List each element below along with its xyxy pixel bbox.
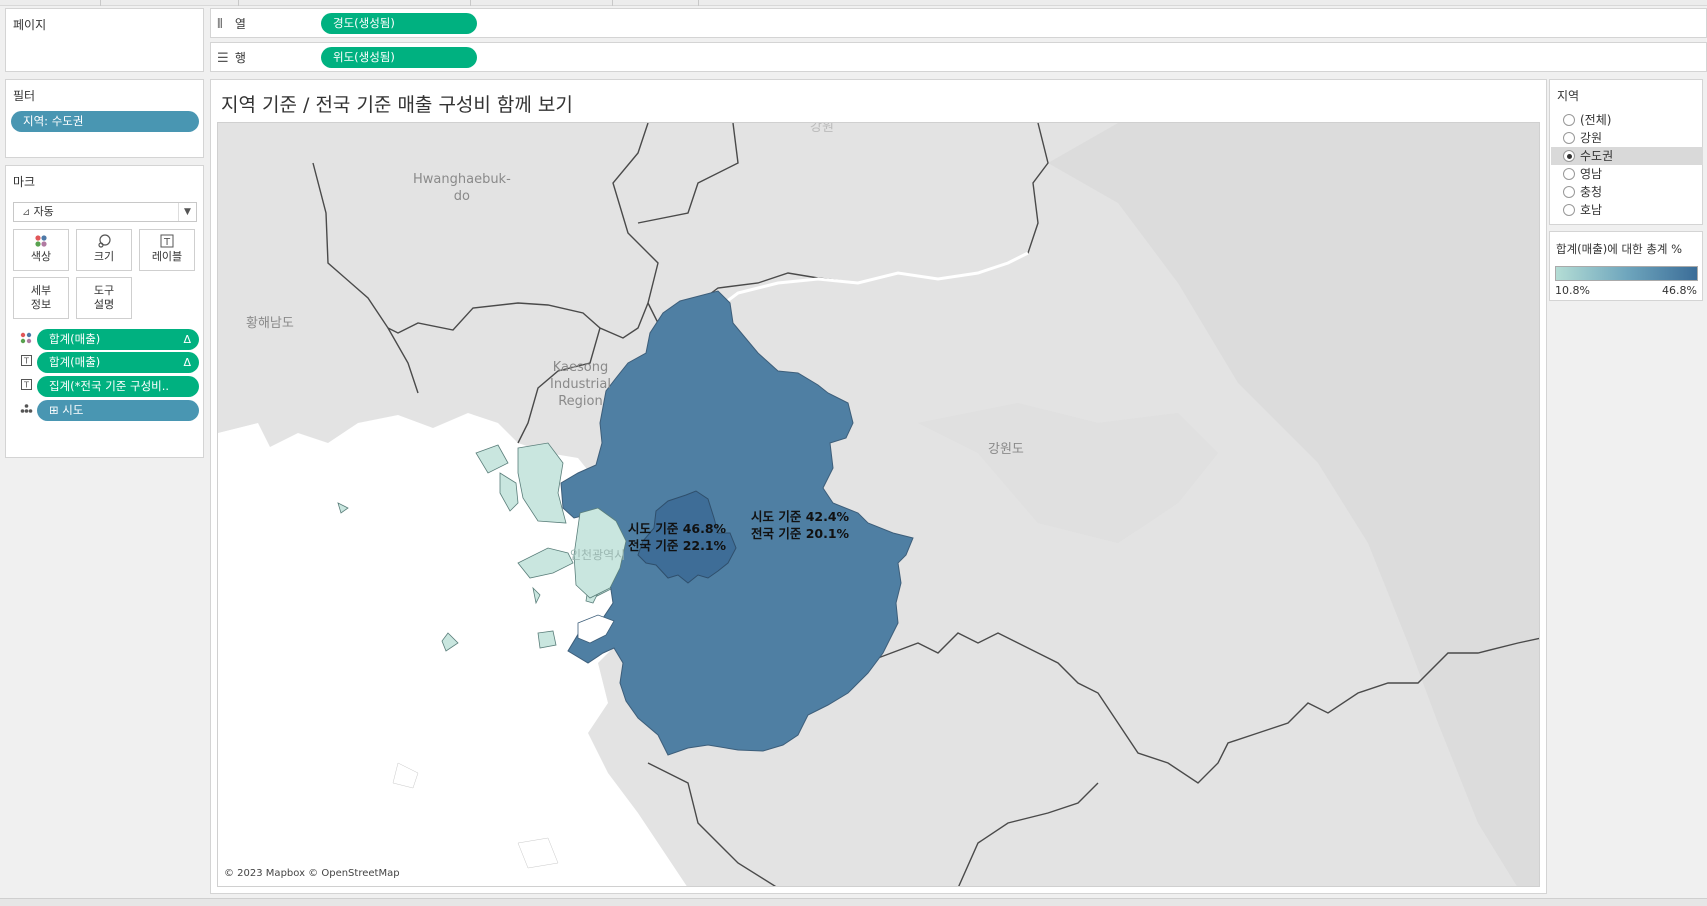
color-button-label: 색상 [30,250,52,263]
region-filter-title: 지역 [1557,89,1580,103]
worksheet-title: 지역 기준 / 전국 기준 매출 구성비 함께 보기 [221,94,573,116]
map-area[interactable]: Hwanghaebuk- do 황해남도 Kaesong Industrial … [217,122,1540,887]
size-button-label: 크기 [93,250,115,263]
columns-shelf[interactable]: ⦀ 열 경도(생성됨) [210,8,1707,38]
field-pill-sales-label[interactable]: 합계(매출) Δ [37,352,199,373]
map-label-incheon: 인천광역시 [570,548,626,562]
radio-circle[interactable] [1563,168,1575,180]
annotation-gyeonggi: 시도 기준 42.4% 전국 기준 20.1% [751,509,850,541]
text-label-icon: T [18,379,34,393]
annotation-seoul: 시도 기준 46.8% 전국 기준 22.1% [628,521,727,553]
color-legend-card: 합계(매출)에 대한 총계 % 10.8% 46.8% [1549,231,1703,301]
radio-option-sudogwon[interactable]: 수도권 [1551,147,1703,165]
worksheet-view: 지역 기준 / 전국 기준 매출 구성비 함께 보기 Hwanghaebuk- … [210,79,1547,894]
detail-button[interactable]: 세부 정보 [13,277,69,319]
field-pill-national-share[interactable]: 집계(*전국 기준 구성비.. [37,376,199,397]
color-dots-icon [18,332,34,347]
svg-text:T: T [23,381,29,390]
text-label-icon: T [18,355,34,369]
filters-panel[interactable]: 필터 지역: 수도권 [5,79,204,158]
field-pill-sales-color[interactable]: 합계(매출) Δ [37,329,199,350]
map-label-top: 강원 [810,122,834,135]
label-button[interactable]: T 레이블 [139,229,195,271]
map-label-gangwon: 강원도 [988,442,1024,457]
marks-panel[interactable]: 마크 ⊿ 자동 ▼ 색상 크기 T 레이블 세부 정보 도구 설명 합계(매출)… [5,165,204,458]
radio-option-gangwon[interactable]: 강원 [1551,129,1703,147]
mark-type-dropdown[interactable]: ⊿ 자동 ▼ [13,202,197,222]
map-attribution[interactable]: © 2023 Mapbox © OpenStreetMap [224,868,400,879]
latitude-pill[interactable]: 위도(생성됨) [321,47,477,68]
table-calc-delta-icon: Δ [183,333,191,346]
radio-option-yeongnam[interactable]: 영남 [1551,165,1703,183]
detail-icon [18,403,34,417]
tooltip-button[interactable]: 도구 설명 [76,277,132,319]
radio-option-chungcheong[interactable]: 충청 [1551,183,1703,201]
svg-text:T: T [163,237,171,248]
radio-circle[interactable] [1563,132,1575,144]
legend-min-label: 10.8% [1555,284,1590,297]
mark-type-value: 자동 [33,205,54,218]
rows-shelf[interactable]: ☰ 행 위도(생성됨) [210,42,1707,72]
filter-pill-region[interactable]: 지역: 수도권 [11,111,199,132]
map-label-kaesong: Kaesong Industrial Region [550,360,611,409]
size-button[interactable]: 크기 [76,229,132,271]
color-dots-icon [14,234,68,250]
legend-gradient-bar [1555,266,1698,281]
map-label-hwanghaenam: 황해남도 [246,316,294,331]
svg-text:T: T [23,357,29,366]
map-label-hwanghaebuk: Hwanghaebuk- do [413,172,511,204]
sheet-tab-bar[interactable] [0,898,1707,906]
mark-type-icon: ⊿ [22,207,34,218]
columns-shelf-label: ⦀ 열 [217,17,246,32]
region-filter-card: 지역 (전체) 강원 수도권 영남 충청 호남 [1549,79,1703,225]
top-tab-strip [0,0,1707,6]
chevron-down-icon[interactable]: ▼ [178,203,196,221]
radio-option-honam[interactable]: 호남 [1551,201,1703,219]
radio-circle[interactable] [1563,114,1575,126]
label-icon: T [140,234,194,250]
filters-title: 필터 [13,89,36,103]
columns-icon: ⦀ [217,17,223,32]
radio-circle[interactable] [1563,204,1575,216]
legend-title: 합계(매출)에 대한 총계 % [1556,242,1683,256]
color-button[interactable]: 색상 [13,229,69,271]
map-svg[interactable] [218,123,1540,887]
label-button-label: 레이블 [151,250,183,263]
rows-shelf-label: ☰ 행 [217,51,246,66]
detail-button-label: 세부 정보 [30,284,52,311]
radio-circle-selected[interactable] [1563,150,1575,162]
marks-title: 마크 [13,175,36,189]
radio-circle[interactable] [1563,186,1575,198]
pages-panel[interactable]: 페이지 [5,8,204,72]
field-pill-sido[interactable]: ⊞ 시도 [37,400,199,421]
pages-title: 페이지 [13,18,47,32]
tooltip-button-label: 도구 설명 [93,284,115,311]
expand-icon[interactable]: ⊞ [49,403,59,417]
radio-option-all[interactable]: (전체) [1551,111,1703,129]
legend-max-label: 46.8% [1662,284,1697,297]
table-calc-delta-icon: Δ [183,356,191,369]
rows-icon: ☰ [217,51,229,66]
size-icon [77,234,131,250]
longitude-pill[interactable]: 경도(생성됨) [321,13,477,34]
